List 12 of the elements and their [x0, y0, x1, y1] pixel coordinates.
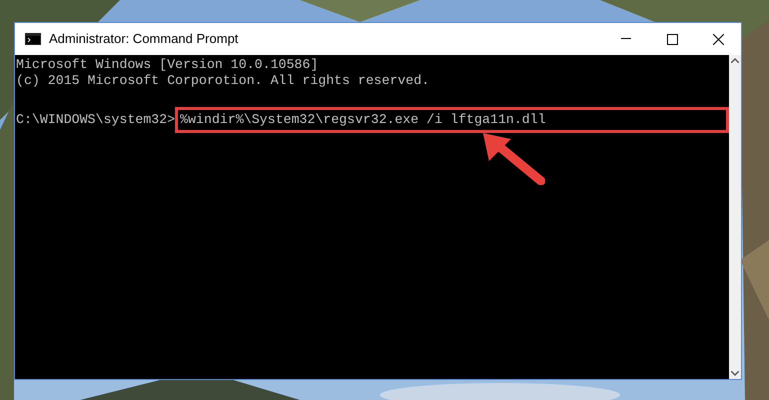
console-line: Microsoft Windows [Version 10.0.10586] [16, 57, 318, 73]
console-icon [25, 33, 41, 45]
minimize-icon [621, 38, 631, 40]
pointer-arrow [481, 133, 545, 185]
close-icon [712, 34, 724, 44]
scroll-down-icon[interactable] [731, 371, 740, 376]
prompt-text: C:\WINDOWS\system32> [16, 112, 176, 128]
maximize-icon [666, 34, 678, 44]
scroll-up-icon[interactable] [731, 58, 740, 63]
highlighted-command: %windir%\System32\regsvr32.exe /i lftga11n.dll [175, 107, 730, 133]
window-title: Administrator: Command Prompt [49, 30, 238, 48]
console-line: (c) 2015 Microsoft Corporotion. All rights reserved. [16, 73, 430, 89]
